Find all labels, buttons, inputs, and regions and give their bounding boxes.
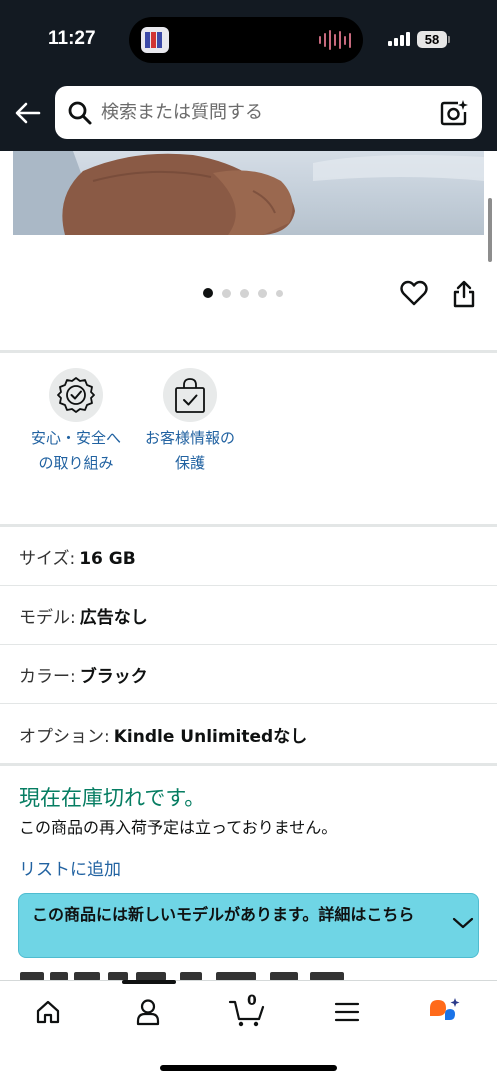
search-input[interactable] — [101, 94, 431, 131]
battery-icon: 58 — [417, 31, 447, 48]
trust-badge-safety[interactable]: 安心・安全へ の取り組み — [16, 368, 136, 476]
option-value: Kindle Unlimitedなし — [113, 727, 308, 747]
cellular-signal-icon — [388, 32, 410, 46]
shield-check-icon — [57, 377, 95, 413]
option-row-option[interactable]: オプション: Kindle Unlimitedなし — [0, 705, 497, 764]
audio-waveform-icon — [319, 29, 351, 51]
search-header — [0, 80, 497, 151]
page-scrollbar[interactable] — [488, 198, 492, 262]
option-key: サイズ: — [19, 549, 76, 569]
clipped-content — [20, 966, 380, 980]
rufus-assistant-icon — [430, 998, 460, 1020]
battery-tip — [448, 36, 450, 43]
option-value: 16 GB — [79, 549, 136, 569]
home-icon — [36, 1000, 60, 1024]
option-row-size[interactable]: サイズ: 16 GB — [0, 527, 497, 586]
pagination-dot[interactable] — [222, 288, 231, 298]
nav-home[interactable] — [28, 995, 68, 1029]
new-model-banner[interactable]: この商品には新しいモデルがあります。詳細はこちら — [18, 893, 479, 958]
trust-badge-label: 安心・安全へ の取り組み — [30, 429, 121, 472]
nav-rufus[interactable] — [424, 995, 464, 1029]
option-key: モデル: — [19, 608, 76, 628]
search-bar[interactable] — [55, 86, 482, 139]
availability-status: 現在在庫切れです。 — [19, 786, 206, 810]
magnifier-icon — [68, 101, 92, 125]
pagination-dot[interactable] — [240, 288, 249, 298]
option-key: オプション: — [19, 727, 110, 747]
product-image[interactable] — [13, 151, 484, 235]
section-divider — [0, 763, 497, 766]
section-divider — [0, 350, 497, 353]
bottom-nav: 0 — [0, 980, 497, 1080]
account-icon — [136, 999, 160, 1026]
nav-menu[interactable] — [327, 995, 367, 1029]
option-row-color[interactable]: カラー: ブラック — [0, 645, 497, 704]
dynamic-island — [129, 17, 363, 63]
home-indicator — [160, 1065, 337, 1071]
menu-icon — [334, 1002, 360, 1022]
now-playing-app-icon — [141, 27, 169, 53]
trust-badge-circle — [49, 368, 103, 422]
pagination-dot[interactable] — [276, 289, 283, 297]
nav-cart[interactable]: 0 — [227, 993, 267, 1029]
status-time: 11:27 — [48, 28, 96, 49]
add-to-list-link[interactable]: リストに追加 — [19, 855, 121, 880]
option-row-model[interactable]: モデル: 広告なし — [0, 586, 497, 645]
nav-account[interactable] — [128, 995, 168, 1029]
shopping-bag-check-icon — [175, 378, 205, 413]
nav-active-indicator — [122, 980, 176, 984]
option-value: ブラック — [79, 667, 148, 687]
cart-count-badge: 0 — [247, 993, 257, 1009]
trust-badge-circle — [163, 368, 217, 422]
share-icon[interactable] — [452, 280, 476, 308]
image-pagination — [203, 288, 283, 298]
option-key: カラー: — [19, 667, 76, 687]
pagination-dot-active[interactable] — [203, 288, 213, 298]
arrow-left-icon[interactable] — [14, 99, 42, 127]
new-model-banner-text: この商品には新しいモデルがあります。詳細はこちら — [32, 905, 415, 924]
option-value: 広告なし — [79, 608, 148, 628]
camera-sparkle-icon[interactable] — [439, 98, 469, 128]
availability-note: この商品の再入荷予定は立っておりません。 — [19, 818, 338, 837]
chevron-down-icon — [452, 917, 474, 929]
heart-icon[interactable] — [400, 280, 428, 306]
pagination-dot[interactable] — [258, 288, 267, 298]
trust-badge-privacy[interactable]: お客様情報の 保護 — [130, 368, 250, 476]
product-photo — [13, 151, 484, 235]
status-bar: 11:27 58 — [0, 0, 497, 80]
trust-badge-label: お客様情報の 保護 — [144, 429, 235, 472]
